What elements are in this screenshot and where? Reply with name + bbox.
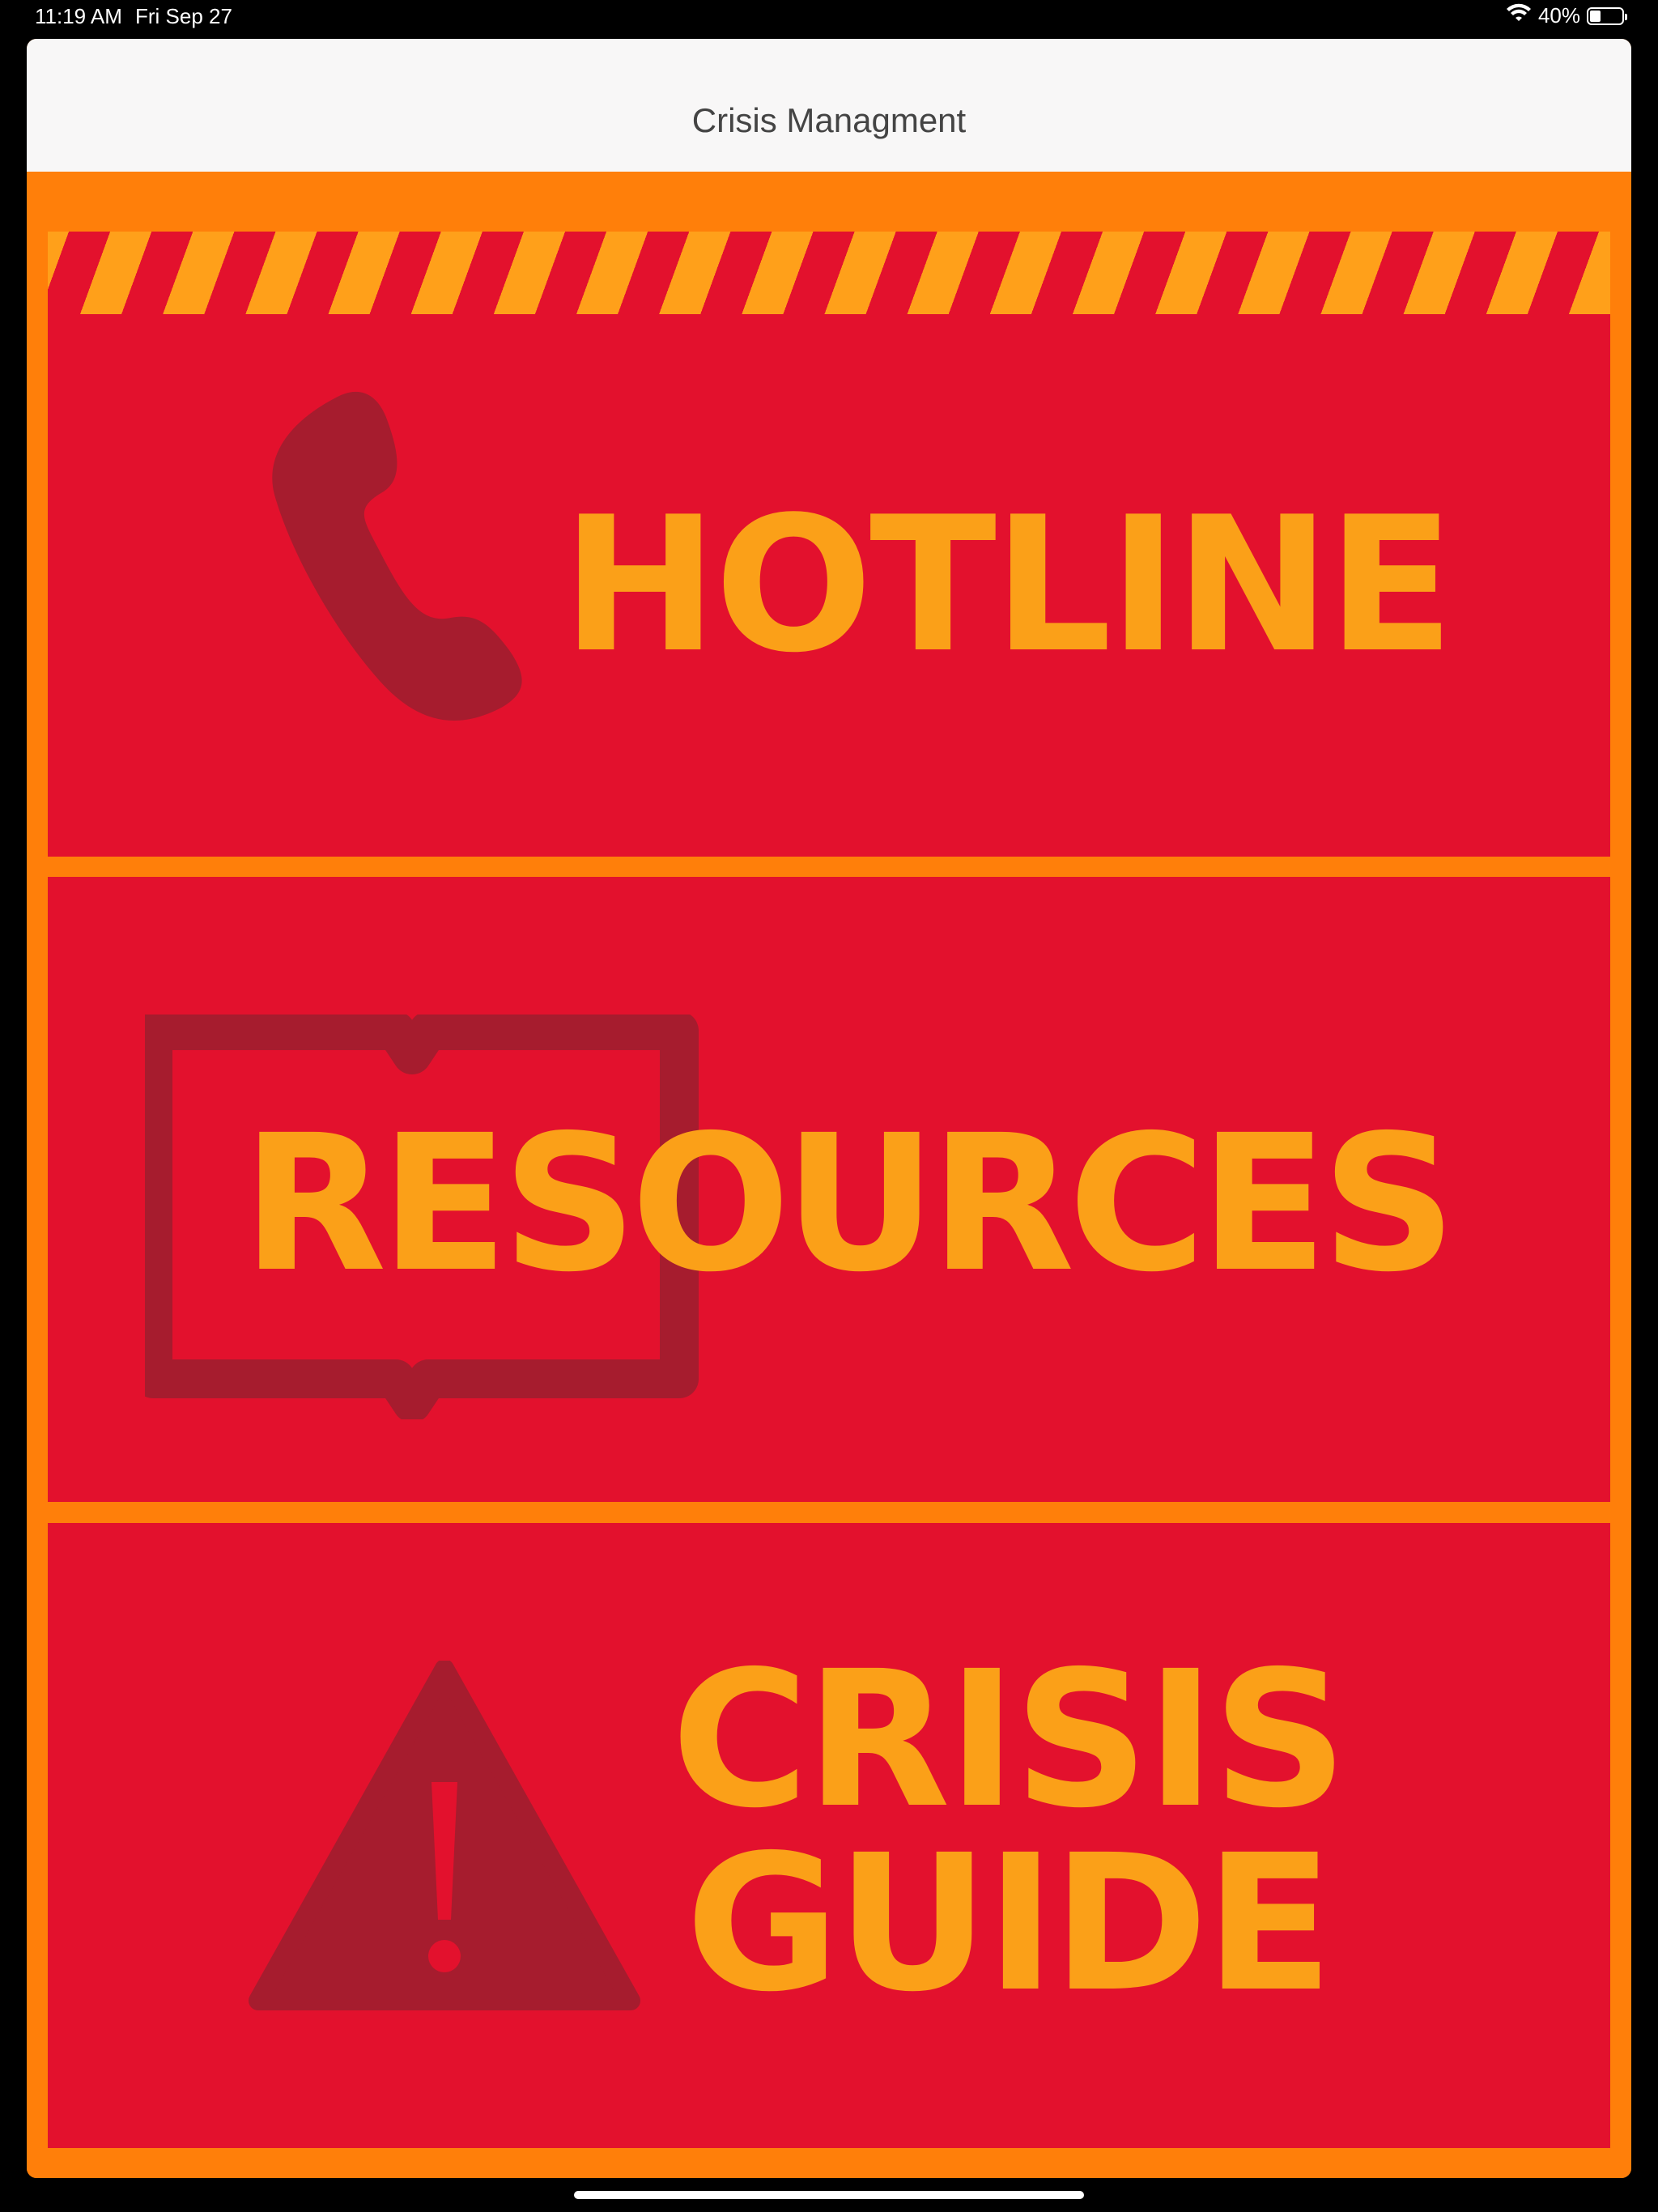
status-date: Fri Sep 27 (135, 4, 232, 28)
status-bar: 11:19 AM Fri Sep 27 40% (0, 0, 1658, 37)
battery-percent: 40% (1537, 3, 1580, 28)
status-time: 11:19 AM (35, 4, 122, 28)
status-indicators: 40% (1506, 3, 1627, 28)
resources-label: RESOURCES (242, 1095, 1456, 1313)
page-title: Crisis Managment (691, 101, 967, 139)
hotline-button[interactable]: HOTLINE (48, 232, 1610, 857)
battery-icon (1587, 6, 1627, 25)
crisis-guide-label: CRISIS GUIDE (671, 1631, 1348, 2034)
phone-icon (242, 389, 566, 770)
wifi-icon (1506, 3, 1532, 28)
battery-level (1590, 10, 1601, 22)
menu-content: HOTLINE RESOURCES CRISIS GUIDE (27, 172, 1631, 2178)
resources-button[interactable]: RESOURCES (48, 877, 1610, 1502)
home-indicator[interactable] (574, 2191, 1084, 2199)
hazard-stripe (48, 232, 1610, 314)
hotline-label: HOTLINE (562, 478, 1455, 694)
warning-icon (234, 1659, 655, 2017)
crisis-guide-button[interactable]: CRISIS GUIDE (48, 1523, 1610, 2148)
navigation-bar: Crisis Managment (27, 39, 1631, 172)
app-window: Crisis Managment HOTLINE RESOURCES CRISI… (27, 39, 1631, 2178)
